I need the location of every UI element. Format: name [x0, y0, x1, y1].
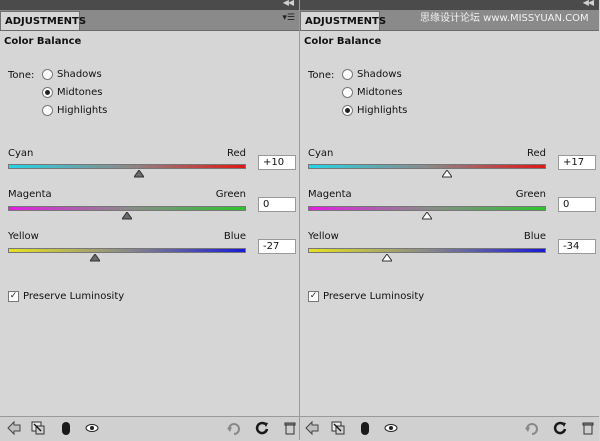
radio-button[interactable]	[342, 68, 353, 80]
preserve-luminosity-checkbox[interactable]: ✓	[8, 291, 19, 302]
slider-left-label: Yellow	[308, 231, 339, 242]
previous-state-icon[interactable]	[524, 420, 540, 436]
reset-icon[interactable]	[552, 420, 568, 436]
clip-layer-icon[interactable]	[330, 420, 346, 436]
yellow-blue-labels: Yellow Blue	[308, 231, 546, 243]
back-arrow-icon[interactable]	[304, 420, 320, 436]
radio-label: Shadows	[357, 68, 402, 80]
slider-right-label: Red	[227, 148, 246, 159]
tone-label: Tone:	[8, 70, 35, 81]
radio-label: Shadows	[57, 68, 102, 80]
slider-left-label: Cyan	[8, 148, 34, 159]
watermark: 思缘设计论坛 www.MISSYUAN.COM	[420, 13, 589, 24]
preserve-luminosity[interactable]: ✓ Preserve Luminosity	[308, 291, 424, 302]
slider-left-label: Yellow	[8, 231, 39, 242]
radio-label: Midtones	[57, 86, 103, 98]
panel-top-bar: ◀◀	[0, 0, 299, 10]
radio-midtones[interactable]: Midtones	[342, 84, 403, 100]
visibility-toggle-icon[interactable]	[58, 420, 74, 436]
collapse-icon[interactable]: ◀◀	[283, 0, 294, 7]
tab-adjustments[interactable]: ADJUSTMENTS	[0, 11, 86, 30]
tab-adjustments[interactable]: ADJUSTMENTS	[300, 11, 386, 30]
panel-menu-icon[interactable]: ▾☰	[282, 13, 295, 23]
slider-right-label: Blue	[523, 231, 546, 242]
panel-title: Color Balance	[304, 36, 382, 47]
eye-icon[interactable]	[383, 420, 399, 436]
collapse-icon[interactable]: ◀◀	[583, 0, 594, 7]
bottom-toolbar	[300, 416, 599, 441]
radio-shadows[interactable]: Shadows	[42, 66, 102, 82]
magenta-green-track[interactable]	[8, 206, 246, 211]
previous-state-icon[interactable]	[226, 420, 242, 436]
radio-midtones[interactable]: Midtones	[42, 84, 103, 100]
slider-right-label: Blue	[223, 231, 246, 242]
magenta-green-track[interactable]	[308, 206, 546, 211]
preserve-luminosity-label: Preserve Luminosity	[23, 291, 125, 302]
slider-right-label: Green	[515, 189, 546, 200]
reset-icon[interactable]	[254, 420, 270, 436]
tab-strip: ADJUSTMENTS ▾☰	[0, 10, 299, 31]
slider-right-label: Green	[215, 189, 246, 200]
panel-title: Color Balance	[4, 36, 82, 47]
radio-button[interactable]	[342, 104, 353, 116]
eye-icon[interactable]	[84, 420, 100, 436]
adjustments-panel-left: ◀◀ ADJUSTMENTS ▾☰ Color Balance Tone: Sh…	[0, 0, 300, 441]
preserve-luminosity[interactable]: ✓ Preserve Luminosity	[8, 291, 124, 302]
cyan-red-labels: Cyan Red	[308, 148, 546, 160]
magenta-green-value-input[interactable]: 0	[258, 197, 296, 212]
radio-button[interactable]	[42, 104, 53, 116]
slider-left-label: Cyan	[308, 148, 334, 159]
preserve-luminosity-checkbox[interactable]: ✓	[308, 291, 319, 302]
cyan-red-labels: Cyan Red	[8, 148, 246, 160]
cyan-red-track[interactable]	[8, 164, 246, 169]
magenta-green-labels: Magenta Green	[308, 189, 546, 201]
visibility-toggle-icon[interactable]	[357, 420, 373, 436]
yellow-blue-track[interactable]	[308, 248, 546, 253]
yellow-blue-track[interactable]	[8, 248, 246, 253]
slider-left-label: Magenta	[8, 189, 52, 200]
radio-label: Midtones	[357, 86, 403, 98]
radio-label: Highlights	[357, 104, 408, 116]
slider-right-label: Red	[527, 148, 546, 159]
radio-highlights[interactable]: Highlights	[342, 102, 407, 118]
cyan-red-track[interactable]	[308, 164, 546, 169]
cyan-red-value-input[interactable]: +17	[558, 155, 596, 170]
yellow-blue-value-input[interactable]: -27	[258, 239, 296, 254]
slider-left-label: Magenta	[308, 189, 352, 200]
preserve-luminosity-label: Preserve Luminosity	[323, 291, 425, 302]
cyan-red-value-input[interactable]: +10	[258, 155, 296, 170]
radio-button[interactable]	[42, 68, 53, 80]
magenta-green-value-input[interactable]: 0	[558, 197, 596, 212]
back-arrow-icon[interactable]	[6, 420, 22, 436]
radio-button[interactable]	[342, 86, 353, 98]
radio-shadows[interactable]: Shadows	[342, 66, 402, 82]
radio-highlights[interactable]: Highlights	[42, 102, 107, 118]
radio-label: Highlights	[57, 104, 108, 116]
tone-label: Tone:	[308, 70, 335, 81]
trash-icon[interactable]	[580, 420, 596, 436]
trash-icon[interactable]	[282, 420, 298, 436]
yellow-blue-value-input[interactable]: -34	[558, 239, 596, 254]
yellow-blue-labels: Yellow Blue	[8, 231, 246, 243]
magenta-green-labels: Magenta Green	[8, 189, 246, 201]
bottom-toolbar	[0, 416, 299, 441]
clip-layer-icon[interactable]	[30, 420, 46, 436]
radio-button[interactable]	[42, 86, 53, 98]
adjustments-panel-right: ◀◀ ADJUSTMENTS Color Balance Tone: Shado…	[300, 0, 599, 441]
